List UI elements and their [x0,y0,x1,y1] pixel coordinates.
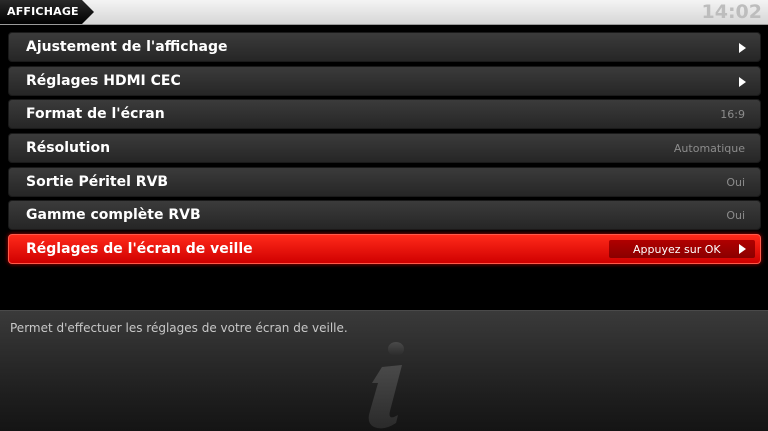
menu-item-value: Automatique [673,142,745,156]
screen: AFFICHAGE 14:02 Ajustement de l'affichag… [0,0,768,431]
menu-item-value: 16:9 [720,108,745,122]
arrow-right-icon [739,43,746,53]
settings-list: Ajustement de l'affichage Réglages HDMI … [8,32,761,268]
info-panel: Permet d'effectuer les réglages de votre… [0,310,768,431]
menu-item-screen-format[interactable]: Format de l'écran 16:9 [8,99,761,130]
header-bar: AFFICHAGE 14:02 [0,0,768,25]
menu-item-label: Réglages HDMI CEC [26,72,181,89]
menu-item-display-adjustment[interactable]: Ajustement de l'affichage [8,32,761,62]
menu-item-screensaver-settings[interactable]: Réglages de l'écran de veille Appuyez su… [8,234,761,265]
arrow-right-icon [739,76,746,87]
menu-item-label: Réglages de l'écran de veille [26,241,253,258]
menu-item-label: Sortie Péritel RVB [26,173,169,190]
menu-item-scart-rgb[interactable]: Sortie Péritel RVB Oui [8,166,761,197]
info-icon [368,342,404,429]
clock: 14:02 [701,1,762,23]
menu-item-value: Oui [726,175,745,189]
arrow-right-icon [739,244,746,255]
menu-item-value: Oui [726,209,745,223]
menu-item-label: Format de l'écran [26,106,165,123]
info-description: Permet d'effectuer les réglages de votre… [10,321,348,335]
menu-item-label: Résolution [26,140,111,157]
press-ok-badge[interactable]: Appuyez sur OK [609,240,755,259]
title-tab: AFFICHAGE [0,0,94,24]
press-ok-label: Appuyez sur OK [633,243,721,257]
menu-item-label: Ajustement de l'affichage [26,39,228,55]
menu-item-full-range-rgb[interactable]: Gamme complète RVB Oui [8,200,761,231]
menu-item-hdmi-cec[interactable]: Réglages HDMI CEC [8,65,761,96]
menu-item-label: Gamme complète RVB [26,207,201,224]
page-title: AFFICHAGE [7,5,79,18]
menu-item-resolution[interactable]: Résolution Automatique [8,133,761,164]
